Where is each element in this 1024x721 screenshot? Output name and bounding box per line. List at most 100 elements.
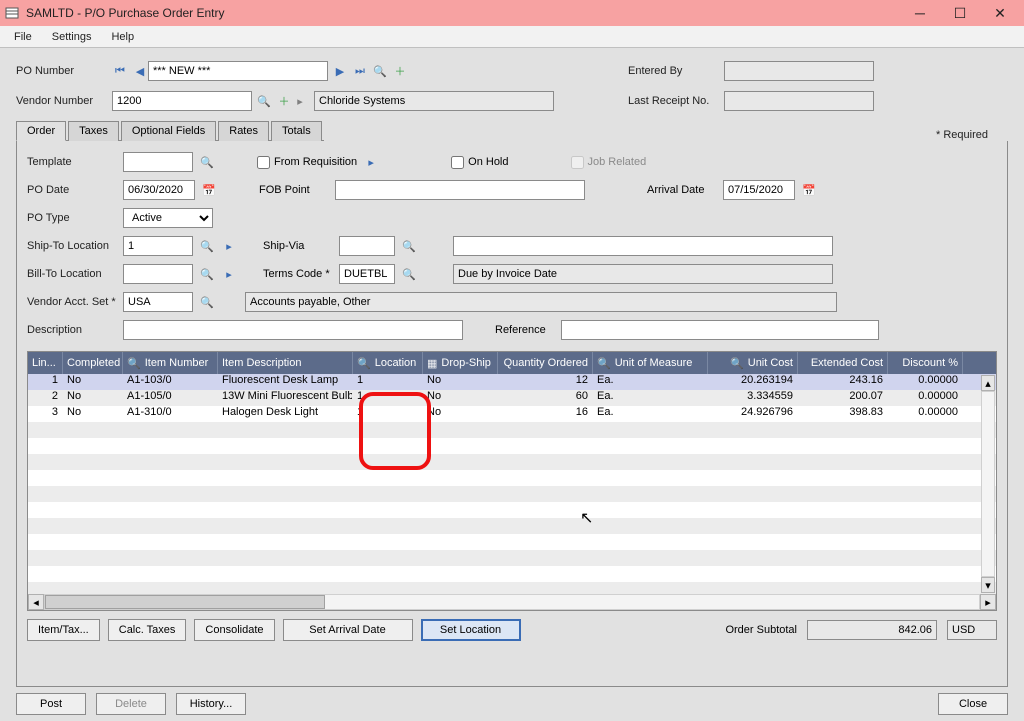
table-row[interactable] xyxy=(28,518,996,534)
arrival-date-input[interactable] xyxy=(723,180,795,200)
history-button[interactable]: History... xyxy=(176,693,246,715)
item-tax-button[interactable]: Item/Tax... xyxy=(27,619,100,641)
calc-taxes-button[interactable]: Calc. Taxes xyxy=(108,619,187,641)
horizontal-scrollbar[interactable]: ◂ ▸ xyxy=(28,594,996,610)
acct-set-desc-display xyxy=(245,292,837,312)
col-header-unit-cost[interactable]: 🔍Unit Cost xyxy=(708,352,798,374)
acct-set-input[interactable] xyxy=(123,292,193,312)
col-header-line[interactable]: Lin... xyxy=(28,352,63,374)
menu-settings[interactable]: Settings xyxy=(42,31,102,43)
terms-desc-display xyxy=(453,264,833,284)
scroll-down-icon[interactable]: ▾ xyxy=(981,577,995,593)
description-input[interactable] xyxy=(123,320,463,340)
po-number-input[interactable] xyxy=(148,61,328,81)
bill-to-finder-icon[interactable]: 🔍 xyxy=(199,266,215,282)
col-header-extended-cost[interactable]: Extended Cost xyxy=(798,352,888,374)
terms-finder-icon[interactable]: 🔍 xyxy=(401,266,417,282)
menu-file[interactable]: File xyxy=(4,31,42,43)
table-row[interactable]: 3NoA1-310/0Halogen Desk Light1No16Ea.24.… xyxy=(28,406,996,422)
scroll-right-icon[interactable]: ▸ xyxy=(980,594,996,610)
scroll-up-icon[interactable]: ▴ xyxy=(981,375,995,391)
post-button[interactable]: Post xyxy=(16,693,86,715)
table-row[interactable] xyxy=(28,454,996,470)
tab-order[interactable]: Order xyxy=(16,121,66,141)
table-row[interactable] xyxy=(28,486,996,502)
vendor-number-label: Vendor Number xyxy=(16,95,112,107)
tab-totals[interactable]: Totals xyxy=(271,121,322,141)
table-row[interactable] xyxy=(28,470,996,486)
menu-help[interactable]: Help xyxy=(101,31,144,43)
on-hold-checkbox[interactable]: On Hold xyxy=(451,156,508,169)
col-header-completed[interactable]: Completed xyxy=(63,352,123,374)
ship-to-input[interactable] xyxy=(123,236,193,256)
bill-to-drill-icon[interactable]: ▸ xyxy=(221,266,237,282)
bill-to-label: Bill-To Location xyxy=(27,268,117,280)
vendor-finder-icon[interactable]: 🔍 xyxy=(256,93,272,109)
set-location-button[interactable]: Set Location xyxy=(421,619,521,641)
tab-rates[interactable]: Rates xyxy=(218,121,269,141)
maximize-button[interactable]: ☐ xyxy=(940,0,980,26)
bill-to-input[interactable] xyxy=(123,264,193,284)
scroll-left-icon[interactable]: ◂ xyxy=(28,594,44,610)
ship-to-finder-icon[interactable]: 🔍 xyxy=(199,238,215,254)
po-date-input[interactable] xyxy=(123,180,195,200)
order-tab-panel: Template 🔍 From Requisition ▸ On Hold Jo… xyxy=(16,141,1008,687)
nav-first-icon[interactable]: ⏮ xyxy=(112,62,128,80)
calendar-icon-2[interactable]: 📅 xyxy=(801,182,817,198)
po-finder-icon[interactable]: 🔍 xyxy=(372,63,388,79)
minimize-button[interactable]: ─ xyxy=(900,0,940,26)
grid-body[interactable]: 1NoA1-103/0Fluorescent Desk Lamp1No12Ea.… xyxy=(28,374,996,594)
po-new-icon[interactable]: ＋ xyxy=(392,62,408,80)
ship-to-drill-icon[interactable]: ▸ xyxy=(221,238,237,254)
template-input[interactable] xyxy=(123,152,193,172)
table-row[interactable]: 2NoA1-105/013W Mini Fluorescent Bulb1No6… xyxy=(28,390,996,406)
nav-last-icon[interactable]: ⏭ xyxy=(352,62,368,80)
close-button[interactable]: Close xyxy=(938,693,1008,715)
col-header-uom[interactable]: 🔍Unit of Measure xyxy=(593,352,708,374)
col-header-item-number[interactable]: 🔍Item Number xyxy=(123,352,218,374)
col-header-quantity[interactable]: Quantity Ordered xyxy=(498,352,593,374)
nav-prev-icon[interactable]: ◀ xyxy=(132,62,148,80)
table-row[interactable] xyxy=(28,438,996,454)
ship-via-finder-icon[interactable]: 🔍 xyxy=(401,238,417,254)
ship-to-label: Ship-To Location xyxy=(27,240,117,252)
reference-input[interactable] xyxy=(561,320,879,340)
col-header-drop-ship[interactable]: ▦Drop-Ship xyxy=(423,352,498,374)
ship-via-desc-input[interactable] xyxy=(453,236,833,256)
requisition-drill-icon[interactable]: ▸ xyxy=(363,154,379,170)
close-window-button[interactable]: ✕ xyxy=(980,0,1020,26)
vendor-number-input[interactable] xyxy=(112,91,252,111)
col-header-discount[interactable]: Discount % xyxy=(888,352,963,374)
table-row[interactable] xyxy=(28,550,996,566)
acct-set-label: Vendor Acct. Set * xyxy=(27,296,117,308)
set-arrival-date-button[interactable]: Set Arrival Date xyxy=(283,619,413,641)
consolidate-button[interactable]: Consolidate xyxy=(194,619,274,641)
tab-taxes[interactable]: Taxes xyxy=(68,121,119,141)
table-row[interactable] xyxy=(28,502,996,518)
app-icon xyxy=(4,5,20,21)
fob-point-input[interactable] xyxy=(335,180,585,200)
tab-optional-fields[interactable]: Optional Fields xyxy=(121,121,216,141)
calendar-icon[interactable]: 📅 xyxy=(201,182,217,198)
table-row[interactable] xyxy=(28,582,996,594)
terms-code-input[interactable] xyxy=(339,264,395,284)
vendor-new-icon[interactable]: ＋ xyxy=(276,92,292,110)
table-row[interactable]: 1NoA1-103/0Fluorescent Desk Lamp1No12Ea.… xyxy=(28,374,996,390)
table-row[interactable] xyxy=(28,566,996,582)
ship-via-input[interactable] xyxy=(339,236,395,256)
acct-set-finder-icon[interactable]: 🔍 xyxy=(199,294,215,310)
reference-label: Reference xyxy=(495,324,555,336)
po-type-select[interactable]: Active xyxy=(123,208,213,228)
from-requisition-checkbox[interactable]: From Requisition xyxy=(257,156,357,169)
table-row[interactable] xyxy=(28,534,996,550)
col-header-location[interactable]: 🔍Location xyxy=(353,352,423,374)
col-header-item-description[interactable]: Item Description xyxy=(218,352,353,374)
detail-grid[interactable]: Lin... Completed 🔍Item Number Item Descr… xyxy=(27,351,997,611)
fob-point-label: FOB Point xyxy=(259,184,329,196)
vertical-scrollbar[interactable]: ▴ ▾ xyxy=(981,375,995,593)
vendor-drill-icon[interactable]: ▸ xyxy=(292,93,308,109)
scroll-thumb[interactable] xyxy=(45,595,325,609)
table-row[interactable] xyxy=(28,422,996,438)
nav-next-icon[interactable]: ▶ xyxy=(332,62,348,80)
template-finder-icon[interactable]: 🔍 xyxy=(199,154,215,170)
